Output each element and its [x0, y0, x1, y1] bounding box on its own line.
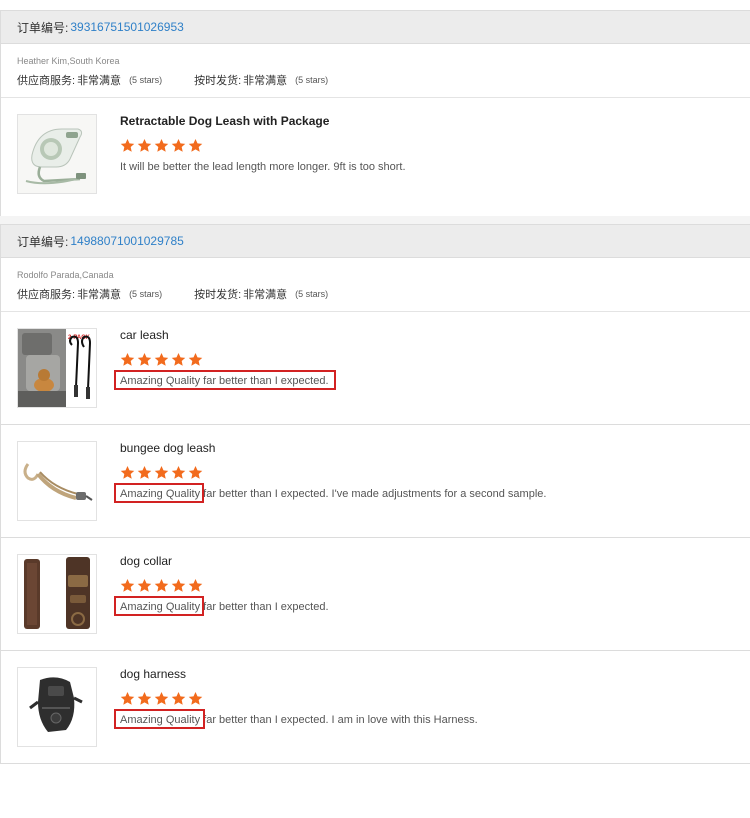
- order-number-link[interactable]: 14988071001029785: [70, 234, 183, 248]
- star-icon: [154, 465, 169, 479]
- buyer-name: Rodolfo Parada,Canada: [17, 270, 114, 280]
- star-icon: [120, 465, 135, 479]
- product-name[interactable]: Retractable Dog Leash with Package: [120, 114, 329, 128]
- product-name[interactable]: bungee dog leash: [120, 441, 215, 455]
- supplier-service-rating: 供应商服务: 非常满意 (5 stars): [17, 286, 162, 302]
- product-thumbnail[interactable]: [17, 114, 97, 194]
- product-review: 2-PACK car leash Amazing Quality far bet…: [1, 312, 750, 425]
- product-thumbnail[interactable]: 2-PACK: [17, 328, 97, 408]
- rating-label: 按时发货:: [194, 289, 242, 301]
- buyer-info: Rodolfo Parada,Canada 供应商服务: 非常满意 (5 sta…: [1, 258, 750, 312]
- star-icon: [154, 691, 169, 705]
- rating-value: 非常满意: [77, 75, 122, 87]
- star-icon: [171, 691, 186, 705]
- star-icon: [137, 138, 152, 152]
- star-icon: [120, 578, 135, 592]
- star-icon: [188, 465, 203, 479]
- product-name[interactable]: dog harness: [120, 667, 186, 681]
- product-review: dog collar Amazing Quality far better th…: [1, 538, 750, 651]
- product-rating: [120, 465, 205, 480]
- order-number-link[interactable]: 39316751501026953: [70, 20, 183, 34]
- rating-stars-text: (5 stars): [295, 289, 329, 299]
- review-text: It will be better the lead length more l…: [120, 161, 406, 173]
- product-thumbnail[interactable]: [17, 441, 97, 521]
- buyer-info: Heather Kim,South Korea 供应商服务: 非常满意 (5 s…: [1, 44, 750, 98]
- highlight-box: [114, 370, 336, 390]
- on-time-shipping-rating: 按时发货: 非常满意 (5 stars): [194, 286, 328, 302]
- order-separator: [0, 216, 750, 224]
- rating-stars-text: (5 stars): [129, 289, 163, 299]
- star-icon: [137, 578, 152, 592]
- rating-label: 按时发货:: [194, 75, 242, 87]
- star-icon: [120, 691, 135, 705]
- rating-value: 非常满意: [243, 289, 288, 301]
- order-number-label: 订单编号:: [17, 20, 69, 35]
- order-card: 订单编号: 14988071001029785 Rodolfo Parada,C…: [0, 224, 750, 764]
- rating-label: 供应商服务:: [17, 75, 76, 87]
- star-icon: [154, 352, 169, 366]
- product-rating: [120, 352, 205, 367]
- star-icon: [120, 138, 135, 152]
- product-name[interactable]: car leash: [120, 328, 169, 342]
- supplier-service-rating: 供应商服务: 非常满意 (5 stars): [17, 72, 162, 88]
- star-icon: [171, 578, 186, 592]
- product-thumbnail[interactable]: [17, 554, 97, 634]
- product-review: dog harness Amazing Quality far better t…: [1, 651, 750, 764]
- star-icon: [137, 465, 152, 479]
- on-time-shipping-rating: 按时发货: 非常满意 (5 stars): [194, 72, 328, 88]
- star-icon: [188, 578, 203, 592]
- star-icon: [171, 138, 186, 152]
- product-thumbnail[interactable]: [17, 667, 97, 747]
- order-header: 订单编号: 39316751501026953: [1, 10, 750, 44]
- seller-ratings: 供应商服务: 非常满意 (5 stars) 按时发货: 非常满意 (5 star…: [17, 72, 734, 88]
- product-rating: [120, 138, 205, 153]
- order-header: 订单编号: 14988071001029785: [1, 224, 750, 258]
- product-rating: [120, 691, 205, 706]
- product-name[interactable]: dog collar: [120, 554, 172, 568]
- highlight-box: [114, 709, 205, 729]
- rating-value: 非常满意: [77, 289, 122, 301]
- star-icon: [171, 352, 186, 366]
- product-review: Retractable Dog Leash with Package It wi…: [1, 98, 750, 211]
- star-icon: [171, 465, 186, 479]
- star-icon: [120, 352, 135, 366]
- star-icon: [137, 352, 152, 366]
- highlight-box: [114, 596, 204, 616]
- rating-stars-text: (5 stars): [295, 75, 329, 85]
- star-icon: [154, 138, 169, 152]
- product-review: bungee dog leash Amazing Quality far bet…: [1, 425, 750, 538]
- order-number-label: 订单编号:: [17, 234, 69, 249]
- buyer-name: Heather Kim,South Korea: [17, 56, 120, 66]
- highlight-box: [114, 483, 204, 503]
- rating-label: 供应商服务:: [17, 289, 76, 301]
- rating-stars-text: (5 stars): [129, 75, 163, 85]
- star-icon: [137, 691, 152, 705]
- star-icon: [188, 138, 203, 152]
- star-icon: [188, 352, 203, 366]
- order-card: 订单编号: 39316751501026953 Heather Kim,Sout…: [0, 10, 750, 216]
- rating-value: 非常满意: [243, 75, 288, 87]
- star-icon: [188, 691, 203, 705]
- star-icon: [154, 578, 169, 592]
- seller-ratings: 供应商服务: 非常满意 (5 stars) 按时发货: 非常满意 (5 star…: [17, 286, 734, 302]
- product-rating: [120, 578, 205, 593]
